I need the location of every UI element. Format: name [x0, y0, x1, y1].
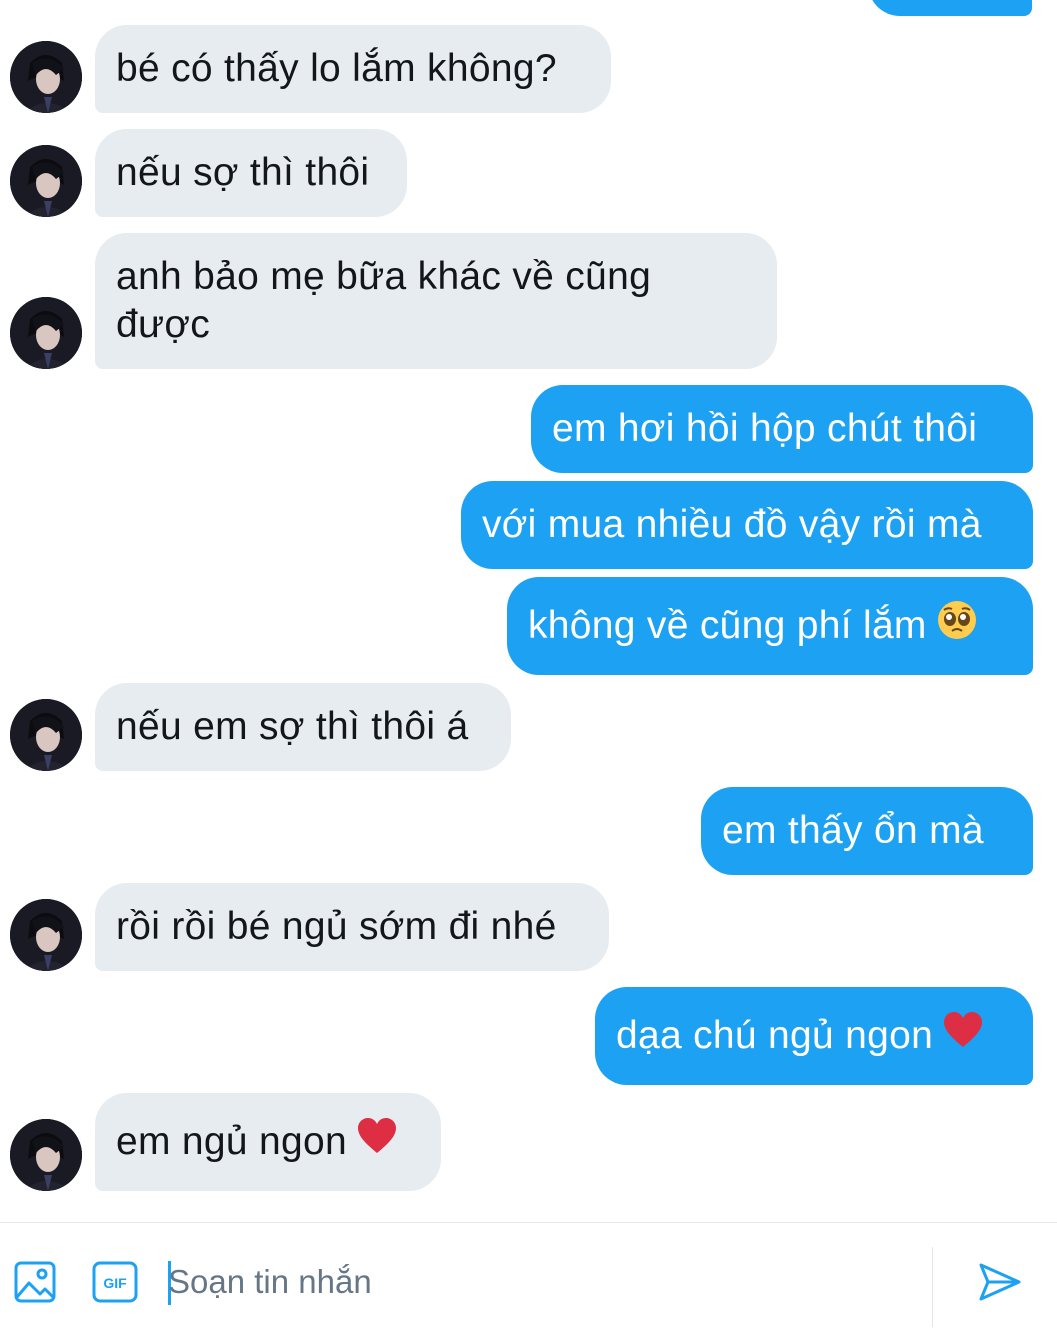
message-bubble-received[interactable]: anh bảo mẹ bữa khác về cũng được — [95, 233, 777, 369]
pleading-face-emoji-icon — [937, 600, 977, 652]
avatar[interactable] — [10, 297, 82, 369]
message-text: dạa chú ngủ ngon — [616, 1014, 934, 1057]
avatar[interactable] — [10, 699, 82, 771]
message-bubble-received[interactable]: bé có thấy lo lắm không? — [95, 25, 611, 113]
message-bubble-received[interactable]: rồi rồi bé ngủ sớm đi nhé — [95, 883, 609, 971]
gif-icon[interactable]: GIF — [92, 1261, 138, 1308]
message-bubble-sent[interactable]: không về cũng phí lắm — [507, 577, 1033, 675]
message-thread[interactable]: bé có thấy lo lắm không? nếu sợ thì thôi… — [0, 0, 1057, 1222]
composer-divider — [932, 1247, 933, 1327]
message-text: em ngủ ngon — [116, 1120, 347, 1163]
message-text: em thấy ổn mà — [722, 809, 984, 852]
avatar[interactable] — [10, 41, 82, 113]
message-bubble-sent[interactable]: với mua nhiều đồ vậy rồi mà — [461, 481, 1033, 569]
red-heart-emoji-icon — [357, 1117, 397, 1167]
message-text: với mua nhiều đồ vậy rồi mà — [482, 503, 982, 546]
message-bubble-received[interactable]: em ngủ ngon — [95, 1093, 441, 1191]
message-text: bé có thấy lo lắm không? — [116, 47, 557, 90]
message-text: anh bảo mẹ bữa khác về cũng được — [116, 255, 652, 346]
message-bubble-received[interactable]: nếu sợ thì thôi — [95, 129, 407, 217]
avatar[interactable] — [10, 145, 82, 217]
message-text: nếu em sợ thì thôi á — [116, 705, 469, 748]
message-composer: GIF Soạn tin nhắn — [0, 1222, 1057, 1329]
message-bubble-sent[interactable] — [868, 0, 1032, 16]
avatar[interactable] — [10, 1119, 82, 1191]
gif-label: GIF — [103, 1275, 127, 1291]
message-text: rồi rồi bé ngủ sớm đi nhé — [116, 905, 557, 948]
message-bubble-sent[interactable]: dạa chú ngủ ngon — [595, 987, 1033, 1085]
message-input[interactable]: Soạn tin nhắn — [168, 1259, 868, 1305]
red-heart-emoji-icon — [943, 1011, 983, 1061]
send-icon[interactable] — [978, 1262, 1022, 1307]
message-text: em hơi hồi hộp chút thôi — [552, 407, 978, 450]
message-text: nếu sợ thì thôi — [116, 151, 370, 194]
message-bubble-sent[interactable]: em thấy ổn mà — [701, 787, 1033, 875]
message-text: không về cũng phí lắm — [528, 604, 927, 647]
avatar[interactable] — [10, 899, 82, 971]
message-bubble-sent[interactable]: em hơi hồi hộp chút thôi — [531, 385, 1033, 473]
message-bubble-received[interactable]: nếu em sợ thì thôi á — [95, 683, 511, 771]
image-icon[interactable] — [14, 1261, 56, 1308]
